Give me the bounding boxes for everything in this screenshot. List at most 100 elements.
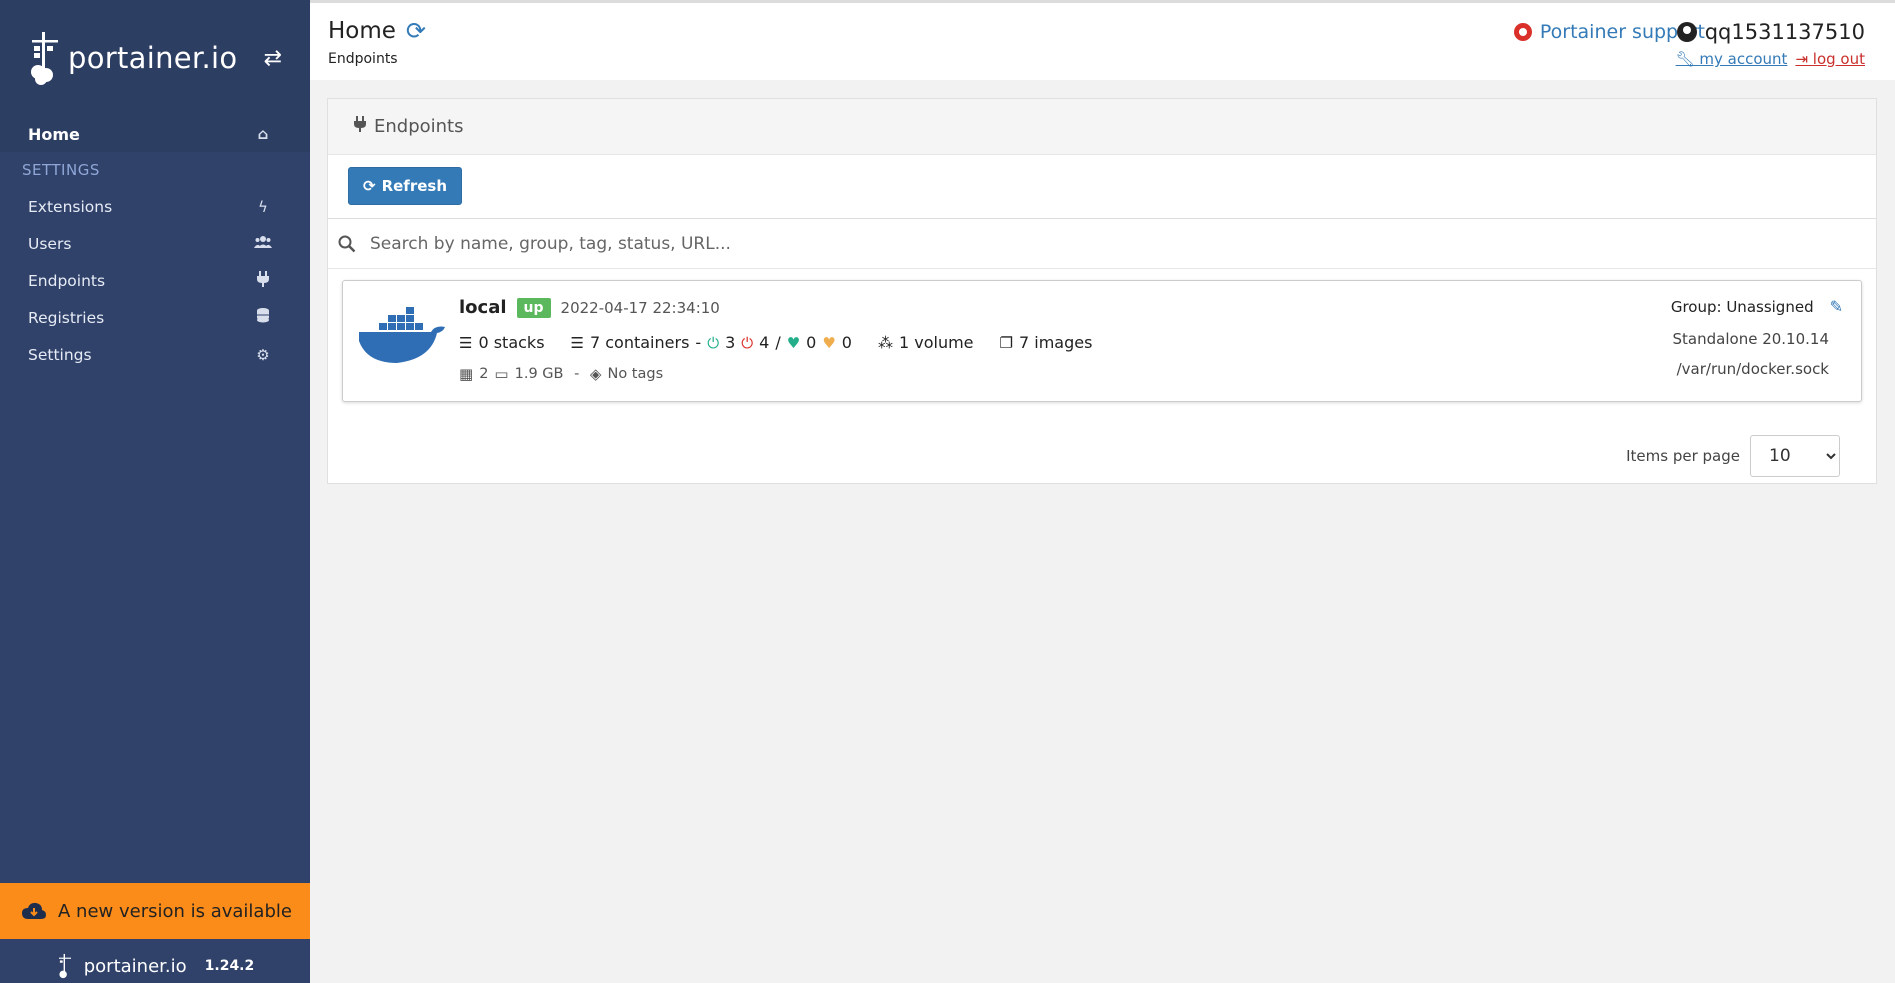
containers-count: 7 containers bbox=[589, 333, 690, 352]
sidebar-item-registries[interactable]: Registries bbox=[0, 299, 310, 336]
title-row: Home ⟳ bbox=[328, 17, 426, 45]
sign-out-icon: ⇥ bbox=[1795, 50, 1809, 68]
endpoint-stats-row: ☰ 0 stacks ☰ 7 containers - ⏻ 3 ⏻ 4 / ♥ … bbox=[459, 333, 1092, 352]
clone-icon: ❐ bbox=[999, 333, 1013, 352]
memory-size: 1.9 GB bbox=[514, 366, 564, 382]
images-count: 7 images bbox=[1018, 333, 1093, 352]
volumes-count: 1 volume bbox=[898, 333, 974, 352]
search-bar bbox=[328, 219, 1876, 269]
portainer-footer-logo-icon bbox=[58, 953, 71, 979]
separator-dash: - bbox=[569, 366, 584, 382]
my-account-link[interactable]: 🔧︎ my account bbox=[1676, 50, 1788, 68]
stacks-count: 0 stacks bbox=[478, 333, 545, 352]
endpoint-meta: Group: Unassigned ✎ Standalone 20.10.14 … bbox=[1670, 297, 1843, 378]
separator-dash: - bbox=[695, 333, 702, 352]
exchange-icon[interactable]: ⇄ bbox=[264, 46, 282, 71]
user-info: qq1531137510 bbox=[1676, 20, 1865, 44]
sidebar-item-users[interactable]: Users bbox=[0, 225, 310, 262]
separator-slash: / bbox=[775, 333, 781, 352]
sidebar-item-label: Endpoints bbox=[28, 271, 106, 290]
endpoint-url: /var/run/docker.sock bbox=[1676, 360, 1829, 378]
endpoint-title-row: local up 2022-04-17 22:34:10 bbox=[459, 297, 720, 318]
home-icon: ⌂ bbox=[257, 125, 269, 143]
refresh-icon: ⟳ bbox=[363, 177, 376, 195]
tags-icon: ◈ bbox=[589, 365, 602, 383]
endpoint-name: local bbox=[459, 297, 507, 318]
wrench-icon: 🔧︎ bbox=[1675, 50, 1695, 68]
unhealthy-count: 0 bbox=[841, 333, 852, 352]
sidebar-section-settings: SETTINGS bbox=[22, 161, 100, 179]
sidebar-item-label: Registries bbox=[28, 308, 105, 327]
cpu-count: 2 bbox=[479, 366, 489, 382]
plug-icon bbox=[254, 270, 272, 291]
breadcrumb: Endpoints bbox=[328, 51, 398, 67]
pagination-controls: Items per page 10 bbox=[1626, 435, 1840, 477]
sidebar-item-label: Users bbox=[28, 234, 72, 253]
update-banner-text: A new version is available bbox=[58, 900, 292, 922]
endpoint-date: 2022-04-17 22:34:10 bbox=[560, 298, 720, 317]
sidebar-item-label: Home bbox=[28, 124, 80, 144]
update-banner[interactable]: A new version is available bbox=[0, 883, 310, 939]
refresh-button-label: Refresh bbox=[381, 177, 448, 195]
search-input[interactable] bbox=[370, 233, 1270, 254]
sidebar-item-label: Settings bbox=[28, 345, 92, 364]
pencil-icon[interactable]: ✎ bbox=[1830, 297, 1843, 316]
endpoint-resources-row: ▦ 2 ▭ 1.9 GB - ◈ No tags bbox=[459, 365, 663, 383]
log-out-link[interactable]: ⇥ log out bbox=[1795, 50, 1865, 68]
sidebar-item-label: Extensions bbox=[28, 197, 113, 216]
database-icon bbox=[254, 308, 272, 327]
stopped-count: 4 bbox=[759, 333, 770, 352]
username: qq1531137510 bbox=[1704, 20, 1865, 44]
widget-header: Endpoints bbox=[328, 99, 1876, 155]
cubes-icon: ⁂ bbox=[877, 333, 893, 352]
users-icon bbox=[254, 235, 272, 253]
running-count: 3 bbox=[725, 333, 736, 352]
widget-actions: ⟳ Refresh bbox=[328, 155, 1876, 219]
endpoint-group: Group: Unassigned bbox=[1670, 297, 1814, 316]
items-per-page-label: Items per page bbox=[1626, 447, 1740, 465]
list-icon: ☰ bbox=[459, 333, 473, 352]
heartbeat-warning-icon: ♥ bbox=[822, 333, 836, 352]
plug-icon bbox=[354, 116, 366, 137]
search-icon bbox=[338, 235, 356, 252]
user-links: 🔧︎ my account ⇥ log out bbox=[1676, 50, 1865, 68]
log-out-label: log out bbox=[1812, 50, 1865, 68]
docker-icon bbox=[359, 307, 445, 363]
page-title: Home bbox=[328, 18, 396, 44]
sidebar-item-home[interactable]: Home ⌂ bbox=[0, 116, 310, 152]
refresh-button[interactable]: ⟳ Refresh bbox=[348, 167, 463, 205]
version-number: 1.24.2 bbox=[204, 958, 255, 974]
cpu-icon: ▦ bbox=[459, 365, 474, 383]
sidebar-footer: portainer.io 1.24.2 bbox=[0, 949, 310, 983]
power-off-icon: ⏻ bbox=[741, 333, 754, 352]
logo-text: portainer.io bbox=[68, 41, 238, 75]
portainer-logo[interactable]: portainer.io bbox=[28, 30, 237, 86]
endpoints-widget: Endpoints ⟳ Refresh local up 2022-04-17 … bbox=[327, 98, 1877, 484]
endpoint-group-row: Group: Unassigned ✎ bbox=[1670, 297, 1843, 316]
cloud-download-icon bbox=[22, 902, 46, 919]
sidebar: portainer.io ⇄ Home ⌂ SETTINGS Extension… bbox=[0, 0, 310, 983]
page-header: Home ⟳ Endpoints Portainer support qq153… bbox=[310, 0, 1895, 80]
power-on-icon: ⏻ bbox=[707, 333, 720, 352]
memory-icon: ▭ bbox=[494, 365, 509, 383]
refresh-icon[interactable]: ⟳ bbox=[406, 17, 426, 45]
server-icon: ☰ bbox=[570, 333, 584, 352]
footer-logo-text: portainer.io bbox=[83, 955, 187, 977]
heartbeat-icon: ♥ bbox=[786, 333, 801, 352]
endpoint-item[interactable]: local up 2022-04-17 22:34:10 ☰ 0 stacks … bbox=[342, 280, 1862, 402]
widget-title: Endpoints bbox=[374, 116, 464, 137]
status-badge: up bbox=[516, 297, 551, 318]
portainer-logo-icon bbox=[31, 32, 58, 85]
items-per-page-select[interactable]: 10 bbox=[1750, 435, 1840, 477]
sidebar-item-endpoints[interactable]: Endpoints bbox=[0, 262, 310, 299]
life-ring-icon bbox=[1513, 23, 1532, 41]
bolt-icon: ϟ bbox=[258, 197, 268, 216]
user-circle-icon bbox=[1676, 22, 1697, 42]
healthy-count: 0 bbox=[806, 333, 817, 352]
my-account-label: my account bbox=[1699, 50, 1788, 68]
sidebar-header: portainer.io ⇄ bbox=[0, 0, 310, 116]
tags-text: No tags bbox=[607, 366, 664, 382]
sidebar-item-extensions[interactable]: Extensions ϟ bbox=[0, 188, 310, 225]
cogs-icon: ⚙ bbox=[256, 345, 270, 364]
sidebar-item-settings[interactable]: Settings ⚙ bbox=[0, 336, 310, 373]
